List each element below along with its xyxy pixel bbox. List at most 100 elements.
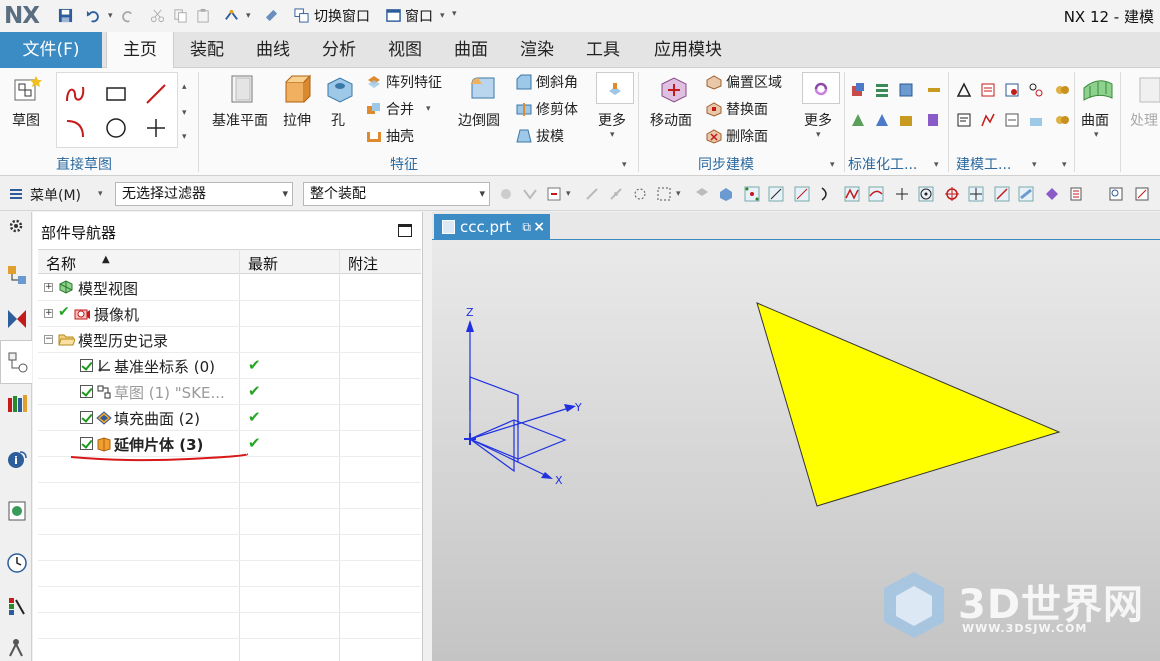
filter-3-dropdown-icon[interactable]: ▾ [566, 189, 571, 199]
tree-node-model-history[interactable]: − 模型历史记录 [38, 327, 421, 353]
roles-icon[interactable] [6, 636, 28, 658]
tab-analysis[interactable]: 分析 [310, 32, 368, 68]
unite-icon[interactable] [366, 101, 382, 117]
customize-quick-access-icon[interactable]: ▾ [452, 9, 457, 19]
palette-icon[interactable] [6, 596, 28, 618]
gallery-expand-icon[interactable]: ▾ [182, 132, 187, 142]
point-icon[interactable] [145, 117, 167, 139]
model-tool-8-icon[interactable] [1028, 112, 1044, 128]
tab-render[interactable]: 渲染 [508, 32, 566, 68]
gallery-scroll-up-icon[interactable]: ▴ [182, 82, 187, 92]
menu-dropdown-icon[interactable]: ▾ [98, 189, 103, 199]
reuse-library-icon[interactable] [6, 392, 28, 414]
maximize-icon[interactable] [398, 224, 412, 237]
more-sync-button[interactable]: 更多 [804, 110, 832, 130]
snap-12-icon[interactable] [1018, 186, 1034, 202]
snap-5-icon[interactable] [844, 186, 860, 202]
more-sync-dropdown-icon[interactable]: ▾ [816, 130, 821, 140]
modeling-tools-menu-icon[interactable]: ▾ [1032, 160, 1037, 170]
chamfer-icon[interactable] [516, 74, 532, 90]
more-features-button[interactable]: 更多 [598, 110, 626, 130]
close-tab-icon[interactable]: × [533, 214, 545, 240]
snap-8-icon[interactable] [918, 186, 934, 202]
paste-icon[interactable] [196, 8, 211, 23]
filter-5-icon[interactable] [608, 186, 624, 202]
shell-button[interactable]: 抽壳 [386, 126, 414, 146]
visibility-checkbox[interactable] [80, 385, 93, 398]
model-tool-10-icon[interactable] [1054, 112, 1070, 128]
more-features-dropdown-icon[interactable]: ▾ [610, 130, 615, 140]
hole-icon[interactable] [324, 74, 356, 104]
draft-button[interactable]: 拔模 [536, 126, 564, 146]
chamfer-button[interactable]: 倒斜角 [536, 72, 578, 92]
tab-surface[interactable]: 曲面 [442, 32, 500, 68]
selection-scope-dropdown[interactable]: 整个装配 [303, 182, 490, 206]
std-tool-4-icon[interactable] [926, 82, 942, 98]
edge-blend-button[interactable]: 边倒圆 [458, 110, 500, 130]
offset-region-button[interactable]: 偏置区域 [726, 72, 782, 92]
gallery-scroll-down-icon[interactable]: ▾ [182, 108, 187, 118]
surface-dropdown-icon[interactable]: ▾ [1094, 130, 1099, 140]
circle-icon[interactable] [105, 117, 127, 139]
part-file-tab[interactable]: ccc.prt ⧉ × [434, 214, 550, 240]
delete-face-button[interactable]: 删除面 [726, 126, 768, 146]
filter-6-icon[interactable] [632, 186, 648, 202]
snap-3-icon[interactable] [794, 186, 810, 202]
collapse-icon[interactable]: − [44, 335, 53, 344]
visibility-checkbox[interactable] [80, 437, 93, 450]
tab-tools[interactable]: 工具 [574, 32, 632, 68]
menu-button[interactable]: 菜单(M) [30, 185, 81, 205]
settings-icon[interactable] [8, 218, 24, 234]
filter-9-icon[interactable] [718, 186, 734, 202]
type-filter-dropdown[interactable]: 无选择过滤器 [115, 182, 293, 206]
process-icon[interactable] [1138, 74, 1160, 104]
snap-14-icon[interactable] [1068, 186, 1084, 202]
extrude-icon[interactable] [282, 74, 314, 104]
tree-node-datum-csys[interactable]: 基准坐标系 (0) ✔ [38, 353, 421, 379]
extended-sheet-body[interactable] [756, 302, 1061, 507]
tab-application[interactable]: 应用模块 [640, 32, 736, 68]
window-dropdown-icon[interactable]: ▾ [440, 11, 445, 21]
filter-4-icon[interactable] [584, 186, 600, 202]
profile-icon[interactable] [65, 83, 87, 105]
visibility-checkbox[interactable] [80, 359, 93, 372]
switch-window-icon[interactable] [294, 8, 309, 23]
replace-face-button[interactable]: 替换面 [726, 99, 768, 119]
undo-dropdown-icon[interactable]: ▾ [108, 11, 113, 21]
model-tool-9-icon[interactable] [1054, 82, 1070, 98]
more-sync-icon[interactable] [813, 81, 829, 97]
snap-7-icon[interactable] [894, 186, 910, 202]
snap-10-icon[interactable] [968, 186, 984, 202]
tab-home[interactable]: 主页 [106, 32, 174, 69]
snap-1-icon[interactable] [744, 186, 760, 202]
tree-node-sketch[interactable]: 草图 (1) "SKE... ✔ [38, 379, 421, 405]
hole-button[interactable]: 孔 [331, 110, 345, 130]
model-tool-5-icon[interactable] [956, 112, 972, 128]
snap-4-icon[interactable] [818, 186, 834, 202]
surface-button[interactable]: 曲面 [1081, 110, 1109, 130]
model-tool-3-icon[interactable] [1004, 82, 1020, 98]
sketch-button[interactable]: 草图 [12, 110, 40, 130]
part-navigator-tab[interactable] [0, 340, 32, 384]
assembly-navigator-icon[interactable] [6, 264, 28, 286]
offset-region-icon[interactable] [706, 74, 722, 90]
filter-7-dropdown-icon[interactable]: ▾ [676, 189, 681, 199]
save-icon[interactable] [58, 8, 73, 23]
move-face-icon[interactable] [658, 74, 690, 104]
process-button[interactable]: 处理 [1130, 110, 1158, 130]
datum-plane-button[interactable]: 基准平面 [212, 110, 268, 130]
sketch-icon[interactable] [12, 74, 44, 104]
line-icon[interactable] [145, 83, 167, 105]
extrude-button[interactable]: 拉伸 [283, 110, 311, 130]
std-tool-1-icon[interactable] [850, 82, 866, 98]
trim-body-icon[interactable] [516, 101, 532, 117]
switch-window-button[interactable]: 切换窗口 [314, 6, 370, 26]
tree-node-cameras[interactable]: + ✔ 摄像机 [38, 301, 421, 327]
cut-icon[interactable] [150, 8, 165, 23]
filter-8-icon[interactable] [694, 186, 710, 202]
hd3d-tools-icon[interactable]: i [6, 448, 28, 470]
column-latest-header[interactable]: 最新 [248, 253, 278, 274]
filter-1-icon[interactable] [498, 186, 514, 202]
unite-dropdown-icon[interactable]: ▾ [426, 104, 431, 114]
repeat-command-icon[interactable] [224, 8, 239, 23]
